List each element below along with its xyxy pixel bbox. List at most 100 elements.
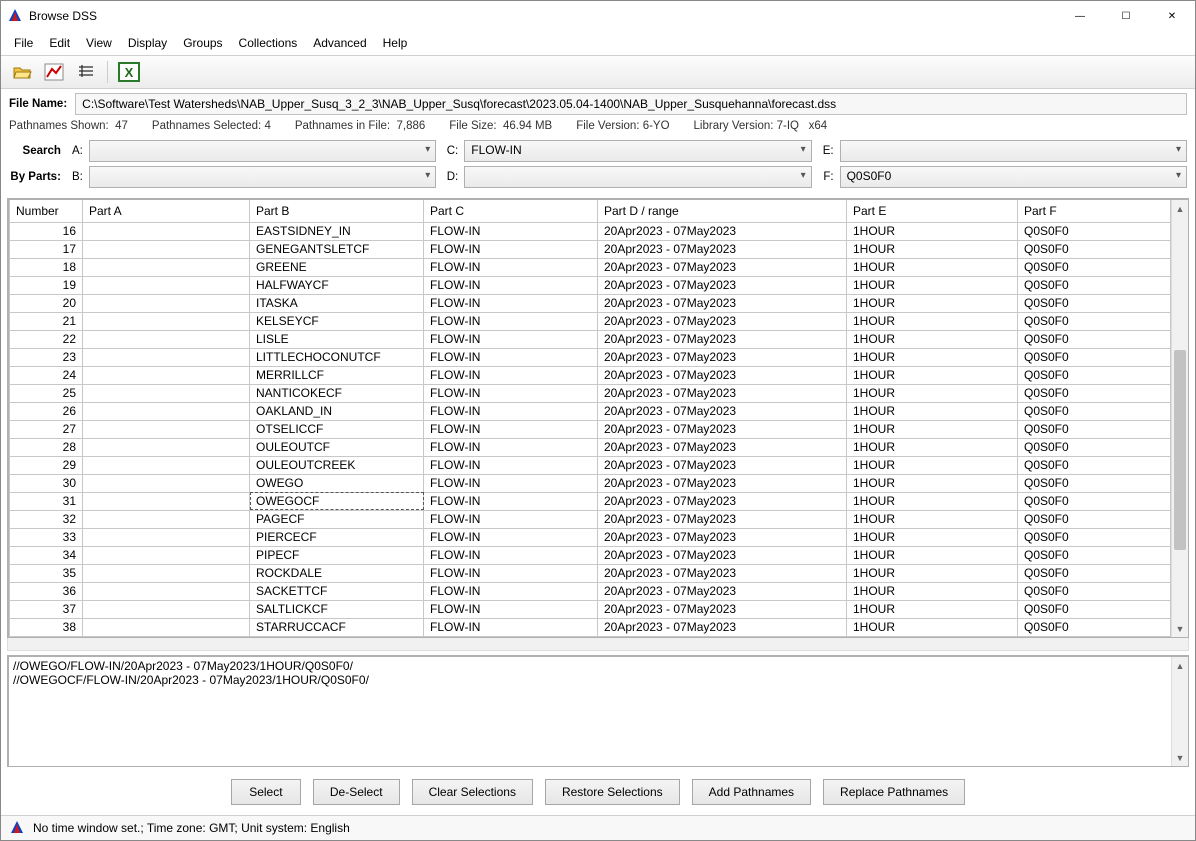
cell-f[interactable]: Q0S0F0 [1018, 528, 1171, 546]
cell-c[interactable]: FLOW-IN [424, 402, 598, 420]
cell-e[interactable]: 1HOUR [847, 348, 1018, 366]
cell-b[interactable]: OWEGO [250, 474, 424, 492]
cell-num[interactable]: 28 [10, 438, 83, 456]
cell-b[interactable]: LISLE [250, 330, 424, 348]
cell-f[interactable]: Q0S0F0 [1018, 510, 1171, 528]
cell-c[interactable]: FLOW-IN [424, 492, 598, 510]
cell-e[interactable]: 1HOUR [847, 330, 1018, 348]
table-row[interactable]: 36SACKETTCFFLOW-IN20Apr2023 - 07May20231… [10, 582, 1171, 600]
table-row[interactable]: 23LITTLECHOCONUTCFFLOW-IN20Apr2023 - 07M… [10, 348, 1171, 366]
cell-a[interactable] [83, 564, 250, 582]
excel-icon[interactable]: X [116, 59, 142, 85]
replace-pathnames-button[interactable]: Replace Pathnames [823, 779, 965, 805]
table-row[interactable]: 30OWEGOFLOW-IN20Apr2023 - 07May20231HOUR… [10, 474, 1171, 492]
cell-f[interactable]: Q0S0F0 [1018, 384, 1171, 402]
cell-d[interactable]: 20Apr2023 - 07May2023 [598, 222, 847, 240]
pathnames-table[interactable]: NumberPart APart BPart CPart D / rangePa… [9, 200, 1171, 637]
cell-a[interactable] [83, 474, 250, 492]
cell-b[interactable]: PIERCECF [250, 528, 424, 546]
cell-num[interactable]: 31 [10, 492, 83, 510]
cell-b[interactable]: GREENE [250, 258, 424, 276]
cell-b[interactable]: NANTICOKECF [250, 384, 424, 402]
table-row[interactable]: 37SALTLICKCFFLOW-IN20Apr2023 - 07May2023… [10, 600, 1171, 618]
cell-d[interactable]: 20Apr2023 - 07May2023 [598, 258, 847, 276]
cell-f[interactable]: Q0S0F0 [1018, 600, 1171, 618]
cell-num[interactable]: 23 [10, 348, 83, 366]
table-row[interactable]: 21KELSEYCFFLOW-IN20Apr2023 - 07May20231H… [10, 312, 1171, 330]
cell-c[interactable]: FLOW-IN [424, 546, 598, 564]
plot-icon[interactable] [41, 59, 67, 85]
cell-b[interactable]: SACKETTCF [250, 582, 424, 600]
table-row[interactable]: 29OULEOUTCREEKFLOW-IN20Apr2023 - 07May20… [10, 456, 1171, 474]
cell-c[interactable]: FLOW-IN [424, 528, 598, 546]
cell-e[interactable]: 1HOUR [847, 438, 1018, 456]
cell-num[interactable]: 27 [10, 420, 83, 438]
cell-f[interactable]: Q0S0F0 [1018, 438, 1171, 456]
cell-e[interactable]: 1HOUR [847, 420, 1018, 438]
cell-e[interactable]: 1HOUR [847, 312, 1018, 330]
table-row[interactable]: 26OAKLAND_INFLOW-IN20Apr2023 - 07May2023… [10, 402, 1171, 420]
table-row[interactable]: 16 EASTSIDNEY_INFLOW-IN20Apr2023 - 07May2… [10, 222, 1171, 240]
table-row[interactable]: 24MERRILLCFFLOW-IN20Apr2023 - 07May20231… [10, 366, 1171, 384]
cell-d[interactable]: 20Apr2023 - 07May2023 [598, 564, 847, 582]
cell-f[interactable]: Q0S0F0 [1018, 402, 1171, 420]
list-item[interactable]: //OWEGO/FLOW-IN/20Apr2023 - 07May2023/1H… [13, 659, 1167, 673]
cell-c[interactable]: FLOW-IN [424, 564, 598, 582]
cell-a[interactable] [83, 330, 250, 348]
menu-display[interactable]: Display [121, 33, 174, 53]
cell-e[interactable]: 1HOUR [847, 258, 1018, 276]
cell-num[interactable]: 16 [10, 222, 83, 240]
cell-a[interactable] [83, 384, 250, 402]
menu-file[interactable]: File [7, 33, 40, 53]
cell-d[interactable]: 20Apr2023 - 07May2023 [598, 618, 847, 636]
cell-num[interactable]: 34 [10, 546, 83, 564]
table-row[interactable]: 18GREENEFLOW-IN20Apr2023 - 07May20231HOU… [10, 258, 1171, 276]
cell-e[interactable]: 1HOUR [847, 294, 1018, 312]
cell-num[interactable]: 19 [10, 276, 83, 294]
cell-c[interactable]: FLOW-IN [424, 222, 598, 240]
cell-d[interactable]: 20Apr2023 - 07May2023 [598, 510, 847, 528]
cell-num[interactable]: 33 [10, 528, 83, 546]
cell-d[interactable]: 20Apr2023 - 07May2023 [598, 366, 847, 384]
cell-num[interactable]: 29 [10, 456, 83, 474]
table-row[interactable]: 20ITASKAFLOW-IN20Apr2023 - 07May20231HOU… [10, 294, 1171, 312]
cell-a[interactable] [83, 348, 250, 366]
open-file-icon[interactable] [9, 59, 35, 85]
cell-d[interactable]: 20Apr2023 - 07May2023 [598, 240, 847, 258]
deselect-button[interactable]: De-Select [313, 779, 400, 805]
cell-num[interactable]: 38 [10, 618, 83, 636]
table-row[interactable]: 33PIERCECFFLOW-IN20Apr2023 - 07May20231H… [10, 528, 1171, 546]
cell-f[interactable]: Q0S0F0 [1018, 492, 1171, 510]
cell-num[interactable]: 26 [10, 402, 83, 420]
cell-a[interactable] [83, 438, 250, 456]
cell-num[interactable]: 37 [10, 600, 83, 618]
cell-e[interactable]: 1HOUR [847, 510, 1018, 528]
cell-c[interactable]: FLOW-IN [424, 294, 598, 312]
filter-e-combo[interactable] [840, 140, 1187, 162]
cell-d[interactable]: 20Apr2023 - 07May2023 [598, 456, 847, 474]
cell-b[interactable]: LITTLECHOCONUTCF [250, 348, 424, 366]
pathlist-vscrollbar[interactable]: ▲ ▼ [1171, 657, 1188, 766]
maximize-button[interactable]: ☐ [1103, 1, 1149, 31]
filter-b-combo[interactable] [89, 166, 436, 188]
scroll-up-icon[interactable]: ▲ [1172, 657, 1188, 674]
cell-a[interactable] [83, 222, 250, 240]
cell-b[interactable]: EASTSIDNEY_IN [250, 222, 424, 240]
cell-c[interactable]: FLOW-IN [424, 366, 598, 384]
cell-a[interactable] [83, 276, 250, 294]
add-pathnames-button[interactable]: Add Pathnames [692, 779, 811, 805]
cell-f[interactable]: Q0S0F0 [1018, 276, 1171, 294]
cell-f[interactable]: Q0S0F0 [1018, 258, 1171, 276]
cell-b[interactable]: PIPECF [250, 546, 424, 564]
cell-e[interactable]: 1HOUR [847, 402, 1018, 420]
cell-e[interactable]: 1HOUR [847, 618, 1018, 636]
table-vscrollbar[interactable]: ▲ ▼ [1171, 200, 1188, 637]
list-item[interactable]: //OWEGOCF/FLOW-IN/20Apr2023 - 07May2023/… [13, 673, 1167, 687]
cell-num[interactable]: 30 [10, 474, 83, 492]
cell-d[interactable]: 20Apr2023 - 07May2023 [598, 348, 847, 366]
cell-c[interactable]: FLOW-IN [424, 456, 598, 474]
cell-e[interactable]: 1HOUR [847, 582, 1018, 600]
cell-a[interactable] [83, 510, 250, 528]
clear-selections-button[interactable]: Clear Selections [412, 779, 533, 805]
cell-d[interactable]: 20Apr2023 - 07May2023 [598, 474, 847, 492]
